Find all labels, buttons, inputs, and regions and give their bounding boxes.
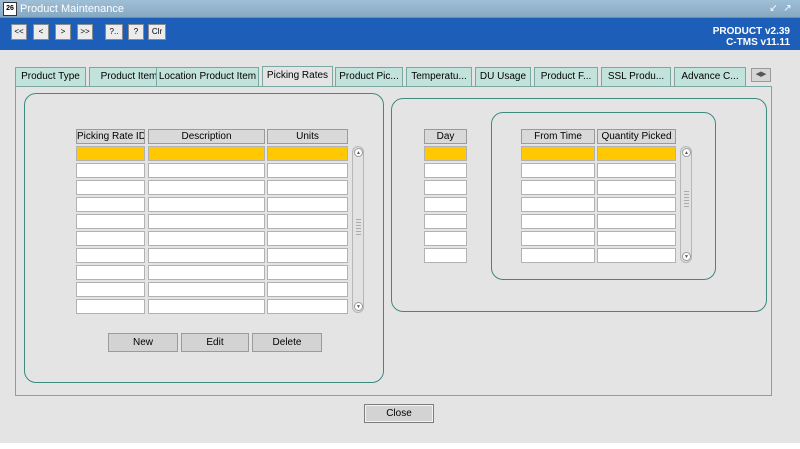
rates-table-cell[interactable] (148, 146, 265, 161)
rates-table-cell[interactable] (148, 299, 265, 314)
col-day[interactable]: Day (424, 129, 467, 144)
time-table-cell[interactable] (521, 197, 595, 212)
rates-table-cell[interactable] (76, 214, 145, 229)
delete-button[interactable]: Delete (252, 333, 322, 352)
rates-table-cell[interactable] (267, 299, 348, 314)
title-bar: 26 Product Maintenance ↙ ↗ (0, 0, 800, 18)
time-table-cell[interactable] (597, 180, 676, 195)
rates-table-cell[interactable] (267, 180, 348, 195)
day-table-cell[interactable] (424, 180, 467, 195)
scroll-down-icon[interactable]: ▼ (354, 302, 363, 311)
rates-table-cell[interactable] (76, 282, 145, 297)
time-table-cell[interactable] (521, 231, 595, 246)
rates-table-cell[interactable] (267, 265, 348, 280)
scroll-grip[interactable] (684, 191, 689, 209)
rates-table-cell[interactable] (76, 146, 145, 161)
time-table-cell[interactable] (521, 180, 595, 195)
clear-button[interactable]: Clr (148, 24, 166, 40)
new-button[interactable]: New (108, 333, 178, 352)
rates-table-cell[interactable] (267, 146, 348, 161)
day-table-cell[interactable] (424, 214, 467, 229)
rates-table-cell[interactable] (148, 180, 265, 195)
scroll-up-icon[interactable]: ▲ (682, 148, 691, 157)
rates-scrollbar[interactable]: ▲ ▼ (352, 146, 364, 313)
day-table-cell[interactable] (424, 231, 467, 246)
rates-table-cell[interactable] (76, 299, 145, 314)
day-table-cell[interactable] (424, 197, 467, 212)
tab-temperature[interactable]: Temperatu... (406, 67, 472, 86)
tab-advance-c[interactable]: Advance C... (674, 67, 746, 86)
product-version: PRODUCT v2.39 (712, 26, 790, 37)
rates-table-cell[interactable] (267, 163, 348, 178)
rates-table-cell[interactable] (267, 282, 348, 297)
rates-table-cell[interactable] (76, 248, 145, 263)
rates-table-cell[interactable] (148, 197, 265, 212)
app-icon: 26 (3, 2, 17, 16)
rates-table-cell[interactable] (76, 265, 145, 280)
col-from-time[interactable]: From Time (521, 129, 595, 144)
tab-location-product-item[interactable]: Location Product Item (156, 67, 259, 86)
time-table-cell[interactable] (597, 248, 676, 263)
scroll-down-icon[interactable]: ▼ (682, 252, 691, 261)
restore-icon[interactable]: ↙ (768, 3, 779, 14)
tab-ssl-produ[interactable]: SSL Produ... (601, 67, 671, 86)
time-table-cell[interactable] (597, 231, 676, 246)
rates-table-cell[interactable] (76, 163, 145, 178)
rates-table-cell[interactable] (76, 231, 145, 246)
query-button[interactable]: ? (128, 24, 144, 40)
col-description[interactable]: Description (148, 129, 265, 144)
version-info: PRODUCT v2.39 C-TMS v11.11 (713, 26, 790, 48)
time-table-cell[interactable] (521, 248, 595, 263)
status-bar (0, 443, 800, 449)
maximize-icon[interactable]: ↗ (782, 3, 793, 14)
scroll-up-icon[interactable]: ▲ (354, 148, 363, 157)
tab-scroll-icon[interactable]: ◀▶ (751, 68, 771, 82)
rates-table-cell[interactable] (267, 248, 348, 263)
tab-product-f[interactable]: Product F... (534, 67, 598, 86)
last-record-button[interactable]: >> (77, 24, 93, 40)
close-button[interactable]: Close (364, 404, 434, 423)
rates-table-cell[interactable] (148, 248, 265, 263)
time-table-cell[interactable] (597, 214, 676, 229)
time-table-cell[interactable] (597, 197, 676, 212)
tab-product-type[interactable]: Product Type (15, 67, 86, 86)
rates-table-cell[interactable] (267, 214, 348, 229)
first-record-button[interactable]: << (11, 24, 27, 40)
scroll-grip[interactable] (356, 219, 361, 237)
col-units[interactable]: Units (267, 129, 348, 144)
col-quantity-picked[interactable]: Quantity Picked (597, 129, 676, 144)
rates-table-cell[interactable] (148, 265, 265, 280)
previous-record-button[interactable]: < (33, 24, 49, 40)
edit-button[interactable]: Edit (181, 333, 249, 352)
rates-table-cell[interactable] (267, 197, 348, 212)
rates-table-cell[interactable] (76, 197, 145, 212)
next-record-button[interactable]: > (55, 24, 71, 40)
ctms-version: C-TMS v11.11 (726, 37, 790, 48)
col-picking-rate-id[interactable]: Picking Rate ID (76, 129, 145, 144)
rates-table-cell[interactable] (148, 231, 265, 246)
toolbar: << < > >> ?.. ? Clr PRODUCT v2.39 C-TMS … (0, 18, 800, 50)
rates-table-cell[interactable] (148, 282, 265, 297)
tab-du-usage[interactable]: DU Usage (475, 67, 531, 86)
day-table-cell[interactable] (424, 163, 467, 178)
time-table-cell[interactable] (521, 146, 595, 161)
rates-table-cell[interactable] (148, 214, 265, 229)
time-scrollbar[interactable]: ▲ ▼ (680, 146, 692, 263)
day-table-cell[interactable] (424, 248, 467, 263)
time-table-cell[interactable] (597, 163, 676, 178)
time-table-cell[interactable] (521, 163, 595, 178)
query-list-button[interactable]: ?.. (105, 24, 123, 40)
window-title: Product Maintenance (20, 3, 124, 15)
tab-picking-rates[interactable]: Picking Rates (262, 66, 333, 86)
tab-product-pic[interactable]: Product Pic... (335, 67, 403, 86)
rates-table-cell[interactable] (76, 180, 145, 195)
day-table-cell[interactable] (424, 146, 467, 161)
rates-table-cell[interactable] (148, 163, 265, 178)
rates-table-cell[interactable] (267, 231, 348, 246)
time-table-cell[interactable] (521, 214, 595, 229)
time-table-cell[interactable] (597, 146, 676, 161)
